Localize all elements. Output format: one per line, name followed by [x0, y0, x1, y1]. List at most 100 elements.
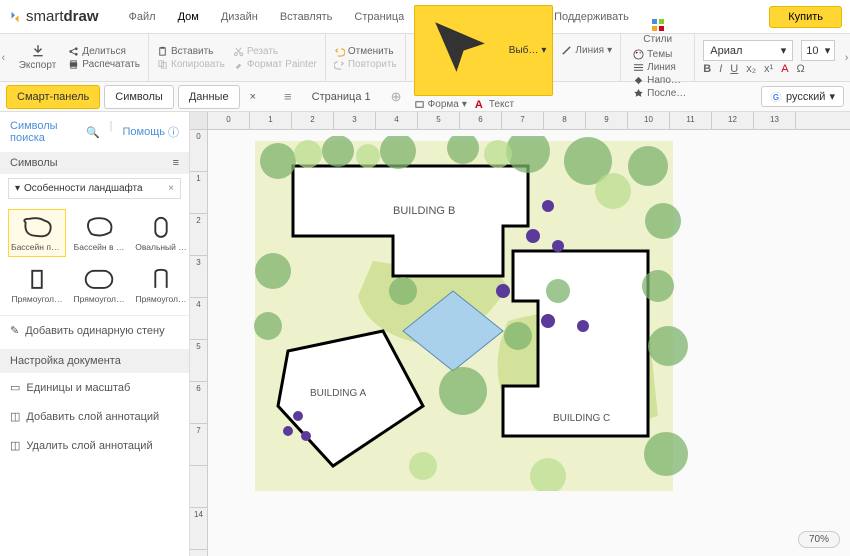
ribbon-prev[interactable]: ‹ — [0, 34, 7, 81]
menu-page[interactable]: Страница — [344, 5, 414, 29]
share-button[interactable]: Делиться — [68, 46, 140, 57]
font-size-select[interactable]: 10▾ — [801, 40, 835, 61]
chevron-down-icon: ▾ — [829, 90, 835, 103]
line-style-button[interactable]: Линия — [633, 62, 686, 73]
close-icon[interactable]: × — [168, 183, 174, 194]
symbol-rect-3[interactable]: Прямоугол… — [132, 261, 190, 309]
effects-button[interactable]: После… — [633, 88, 686, 99]
line-tool[interactable]: Линия▾ — [561, 45, 612, 56]
ribbon-next[interactable]: › — [843, 34, 850, 81]
menu-insert[interactable]: Вставлять — [270, 5, 343, 29]
font-color-button[interactable]: A — [781, 63, 788, 75]
search-icon: 🔍 — [86, 126, 100, 139]
tab-smart-panel[interactable]: Смарт-панель — [6, 85, 100, 109]
superscript-button[interactable]: x¹ — [764, 63, 773, 75]
symbol-oval[interactable]: Овальный … — [132, 209, 190, 257]
delete-layer-icon: ◫ — [10, 439, 20, 452]
drawing-canvas[interactable]: BUILDING B BUILDING C BUILDING A — [208, 130, 850, 556]
close-panel-button[interactable]: × — [244, 87, 262, 107]
ribbon: ‹ Экспорт Делиться Распечатать Вставить … — [0, 34, 850, 82]
redo-button[interactable]: Повторить — [334, 59, 397, 70]
vertical-ruler: 0123456714 — [190, 130, 208, 556]
print-button[interactable]: Распечатать — [68, 59, 140, 70]
undo-icon — [334, 46, 345, 57]
help-link[interactable]: Помощь ⓘ — [123, 120, 180, 144]
building-c-label: BUILDING C — [553, 413, 610, 424]
chevron-down-icon: ▾ — [781, 44, 787, 57]
building-b-label: BUILDING B — [393, 205, 455, 217]
shape-tool[interactable]: Форма▾ — [414, 99, 467, 110]
export-button[interactable]: Экспорт — [15, 42, 61, 73]
edit-icon: ✎ — [10, 324, 19, 337]
cut-button[interactable]: Резать — [233, 46, 317, 57]
styles-button[interactable]: Стили — [629, 16, 686, 47]
font-select[interactable]: Ариал▾ — [703, 40, 793, 61]
fill-button[interactable]: Напо… — [633, 75, 686, 86]
palette-icon — [633, 49, 644, 60]
symbol-category[interactable]: ▾ Особенности ландшафта × — [8, 178, 181, 199]
ribbon-group-file: Экспорт Делиться Распечатать — [7, 34, 149, 81]
ribbon-group-undo: Отменить Повторить — [326, 34, 406, 81]
copy-icon — [157, 59, 168, 70]
sidebar: Символы поиска 🔍 | Помощь ⓘ Символы ≡ ▾ … — [0, 112, 190, 556]
menu-icon[interactable]: ≡ — [173, 157, 179, 169]
search-symbols-link[interactable]: Символы поиска 🔍 — [10, 120, 100, 144]
symbol-button[interactable]: Ω — [797, 63, 805, 75]
undo-button[interactable]: Отменить — [334, 46, 397, 57]
text-tool[interactable]: AТекст — [475, 99, 514, 110]
italic-button[interactable]: I — [719, 63, 722, 75]
add-wall-button[interactable]: ✎Добавить одинарную стену — [0, 316, 189, 345]
page-tab-1[interactable]: Страница 1 — [300, 87, 383, 107]
shape-icon — [414, 99, 425, 110]
add-annotation-layer-button[interactable]: ◫Добавить слой аннотаций — [0, 402, 189, 431]
symbol-rect-2[interactable]: Прямоугол… — [70, 261, 128, 309]
copy-button[interactable]: Копировать — [157, 59, 225, 70]
language-button[interactable]: G русский ▾ — [761, 86, 844, 107]
tab-data[interactable]: Данные — [178, 85, 240, 109]
google-icon: G — [770, 91, 782, 103]
paste-button[interactable]: Вставить — [157, 46, 225, 57]
symbols-header: Символы ≡ — [0, 152, 189, 174]
logo-text: smartdraw — [26, 8, 99, 25]
print-icon — [68, 59, 79, 70]
symbol-pool-1[interactable]: Бассейн пр… — [8, 209, 66, 257]
text-format-row: B I U x₂ x¹ A Ω — [703, 63, 835, 75]
format-painter-button[interactable]: Формат Painter — [233, 59, 317, 70]
symbol-rect-1[interactable]: Прямоугол… — [8, 261, 66, 309]
logo-icon — [8, 10, 22, 24]
canvas-area: 012345678910111213 0123456714 — [190, 112, 850, 556]
building-a-label: BUILDING A — [310, 388, 366, 399]
doc-list-icon[interactable]: ≡ — [284, 89, 292, 104]
underline-button[interactable]: U — [730, 63, 738, 75]
star-icon — [633, 88, 644, 99]
menu-file[interactable]: Файл — [119, 5, 166, 29]
bold-button[interactable]: B — [703, 63, 711, 75]
tab-symbols[interactable]: Символы — [104, 85, 174, 109]
chevron-down-icon: ▾ — [825, 44, 831, 57]
menu-design[interactable]: Дизайн — [211, 5, 268, 29]
download-icon — [31, 44, 45, 58]
select-tool[interactable]: Выб…▾ — [414, 5, 554, 96]
landscape-drawing: BUILDING B BUILDING C BUILDING A — [248, 136, 708, 491]
line-style-icon — [633, 62, 644, 73]
units-scale-button[interactable]: ▭Единицы и масштаб — [0, 373, 189, 402]
symbol-pool-2[interactable]: Бассейн в … — [70, 209, 128, 257]
zoom-indicator[interactable]: 70% — [798, 531, 840, 548]
add-page-button[interactable]: ⊕ — [391, 89, 402, 105]
ribbon-group-tools: Выб…▾ Линия▾ Форма▾ AТекст — [406, 34, 621, 81]
doc-settings-header: Настройка документа — [0, 349, 189, 373]
text-icon: A — [475, 99, 486, 110]
delete-annotation-layer-button[interactable]: ◫Удалить слой аннотаций — [0, 431, 189, 460]
horizontal-ruler: 012345678910111213 — [208, 112, 850, 130]
app-logo: smartdraw — [8, 8, 99, 25]
buy-button[interactable]: Купить — [769, 6, 842, 28]
side-links: Символы поиска 🔍 | Помощь ⓘ — [0, 112, 189, 152]
themes-button[interactable]: Темы — [633, 49, 686, 60]
add-layer-icon: ◫ — [10, 410, 20, 423]
symbol-grid: Бассейн пр… Бассейн в … Овальный … Прямо… — [0, 203, 189, 315]
menu-home[interactable]: Дом — [168, 5, 209, 29]
share-icon — [68, 46, 79, 57]
styles-icon — [651, 18, 665, 32]
main: Символы поиска 🔍 | Помощь ⓘ Символы ≡ ▾ … — [0, 112, 850, 556]
subscript-button[interactable]: x₂ — [746, 63, 756, 75]
